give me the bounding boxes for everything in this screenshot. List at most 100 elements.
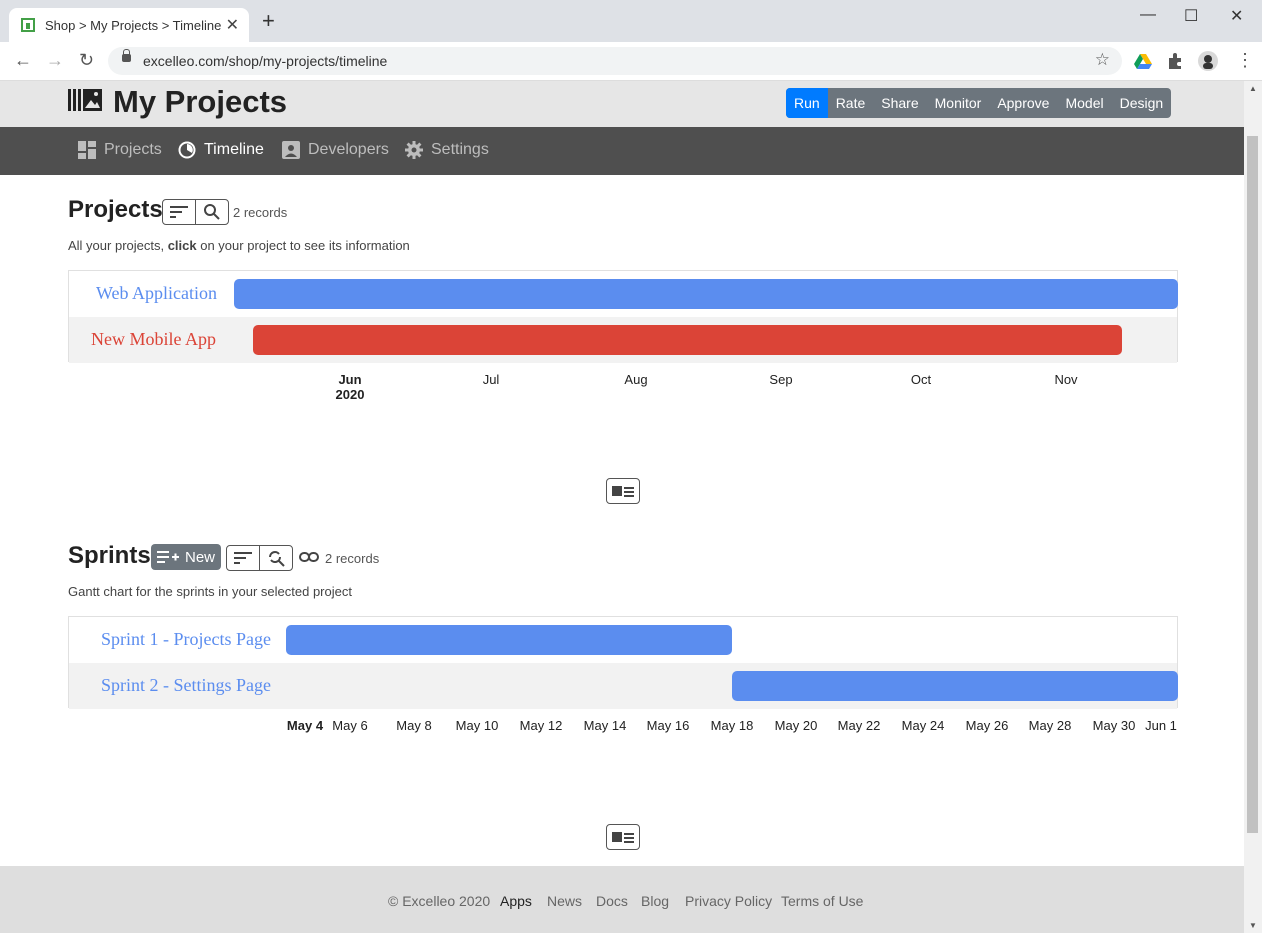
- bookmark-star-icon[interactable]: ☆: [1095, 50, 1110, 70]
- sprint-row-label[interactable]: Sprint 2 - Settings Page: [101, 675, 271, 696]
- mode-monitor-button[interactable]: Monitor: [927, 88, 990, 118]
- project-bar-web-application[interactable]: [234, 279, 1178, 309]
- axis-tick: May 30: [1092, 718, 1136, 733]
- sprints-table-view-button[interactable]: [606, 824, 640, 850]
- sprint-row-label[interactable]: Sprint 1 - Projects Page: [101, 629, 271, 650]
- axis-tick: May 18: [710, 718, 754, 733]
- sub-navigation: Projects Timeline Developers Settings: [0, 127, 1244, 175]
- card-view-icon: [612, 486, 634, 497]
- sprint-bar-2[interactable]: [732, 671, 1178, 701]
- gantt-row[interactable]: Sprint 2 - Settings Page: [69, 663, 1178, 709]
- sort-button[interactable]: [227, 546, 259, 570]
- footer-link-terms-of-use[interactable]: Terms of Use: [781, 893, 863, 909]
- nav-item-projects[interactable]: Projects: [78, 141, 162, 159]
- profile-avatar[interactable]: [1198, 51, 1218, 71]
- mode-run-button[interactable]: Run: [786, 88, 828, 118]
- lock-icon: [122, 49, 131, 62]
- mode-switcher: Run Rate Share Monitor Approve Model Des…: [786, 88, 1172, 118]
- browser-tab[interactable]: Shop > My Projects > Timeline ✕: [9, 8, 249, 42]
- page-content: My Projects Run Rate Share Monitor Appro…: [0, 81, 1244, 933]
- axis-tick-aug: Aug: [624, 372, 648, 387]
- axis-tick: May 20: [774, 718, 818, 733]
- maximize-window-button[interactable]: ☐: [1184, 6, 1198, 26]
- axis-tick-sep: Sep: [769, 372, 793, 387]
- projects-tools: [162, 199, 229, 225]
- new-sprint-button[interactable]: New: [151, 544, 221, 570]
- axis-tick-oct: Oct: [910, 372, 932, 387]
- mode-rate-button[interactable]: Rate: [828, 88, 874, 118]
- scroll-down-arrow-icon[interactable]: ▼: [1249, 921, 1257, 930]
- footer-link-apps[interactable]: Apps: [500, 893, 532, 909]
- footer-link-news[interactable]: News: [547, 893, 582, 909]
- tab-close-icon[interactable]: ✕: [226, 15, 239, 35]
- back-arrow-icon[interactable]: ←: [14, 50, 32, 71]
- gantt-row[interactable]: Web Application: [69, 271, 1178, 317]
- nav-item-label: Developers: [308, 141, 389, 158]
- description-text: All your projects,: [68, 238, 168, 253]
- sprint-bar-1[interactable]: [286, 625, 732, 655]
- mode-approve-button[interactable]: Approve: [989, 88, 1057, 118]
- mode-model-button[interactable]: Model: [1057, 88, 1111, 118]
- axis-tick: May 6: [332, 718, 368, 733]
- projects-record-count: 2 records: [233, 205, 288, 220]
- project-row-label[interactable]: New Mobile App: [91, 329, 216, 350]
- axis-tick: May 10: [455, 718, 499, 733]
- google-drive-icon[interactable]: [1134, 52, 1152, 70]
- refresh-search-button[interactable]: [259, 546, 292, 570]
- axis-tick: May 16: [646, 718, 690, 733]
- sort-icon: [234, 552, 252, 564]
- axis-tick: May 12: [519, 718, 563, 733]
- timelapse-icon: [178, 141, 196, 159]
- vertical-scrollbar[interactable]: ▲ ▼: [1244, 81, 1262, 933]
- mode-share-button[interactable]: Share: [873, 88, 926, 118]
- address-bar[interactable]: excelleo.com/shop/my-projects/timeline ☆: [108, 47, 1122, 75]
- new-tab-button[interactable]: +: [262, 10, 275, 32]
- axis-tick: Jun 1: [1145, 718, 1177, 733]
- scroll-up-arrow-icon[interactable]: ▲: [1249, 84, 1257, 93]
- axis-tick: May 4: [286, 718, 324, 733]
- url-text: excelleo.com/shop/my-projects/timeline: [143, 53, 388, 69]
- new-button-label: New: [184, 548, 215, 566]
- footer-link-blog[interactable]: Blog: [641, 893, 669, 909]
- minimize-window-button[interactable]: —: [1140, 6, 1156, 24]
- nav-item-label: Settings: [431, 141, 489, 158]
- project-bar-new-mobile-app[interactable]: [253, 325, 1122, 355]
- description-text: on your project to see its information: [196, 238, 410, 253]
- sprints-heading: Sprints: [68, 542, 151, 569]
- axis-tick: May 8: [396, 718, 432, 733]
- reload-icon[interactable]: ↻: [79, 50, 94, 71]
- sprints-gantt-chart: Sprint 1 - Projects Page Sprint 2 - Sett…: [68, 616, 1178, 709]
- find-replace-icon: [269, 551, 285, 567]
- account-box-icon: [282, 141, 300, 159]
- axis-tick: May 14: [583, 718, 627, 733]
- axis-tick: May 26: [965, 718, 1009, 733]
- project-row-label[interactable]: Web Application: [96, 283, 217, 304]
- browser-menu-icon[interactable]: ⋮: [1236, 50, 1254, 71]
- copyright-text: © Excelleo 2020: [388, 893, 491, 909]
- nav-item-timeline[interactable]: Timeline: [178, 141, 264, 159]
- page-footer: © Excelleo 2020 Apps News Docs Blog Priv…: [0, 866, 1244, 933]
- axis-tick-nov: Nov: [1054, 372, 1078, 387]
- axis-tick: May 28: [1028, 718, 1072, 733]
- close-window-button[interactable]: ✕: [1230, 6, 1243, 26]
- mode-design-button[interactable]: Design: [1112, 88, 1172, 118]
- axis-tick: May 24: [901, 718, 945, 733]
- gantt-row[interactable]: New Mobile App: [69, 317, 1177, 363]
- footer-link-privacy-policy[interactable]: Privacy Policy: [685, 893, 772, 909]
- projects-table-view-button[interactable]: [606, 478, 640, 504]
- gantt-row[interactable]: Sprint 1 - Projects Page: [69, 617, 1177, 663]
- nav-item-settings[interactable]: Settings: [405, 141, 489, 159]
- projects-description: All your projects, click on your project…: [68, 238, 410, 253]
- nav-item-developers[interactable]: Developers: [282, 141, 389, 159]
- axis-tick-jul: Jul: [482, 372, 500, 387]
- projects-logo-icon: [68, 89, 102, 111]
- forward-arrow-icon[interactable]: →: [46, 50, 64, 71]
- app-header: My Projects Run Rate Share Monitor Appro…: [0, 81, 1244, 127]
- search-button[interactable]: [195, 200, 228, 224]
- link-icon[interactable]: [299, 551, 319, 563]
- browser-toolbar: ← → ↻ excelleo.com/shop/my-projects/time…: [0, 42, 1262, 81]
- scrollbar-thumb[interactable]: [1247, 136, 1258, 833]
- footer-link-docs[interactable]: Docs: [596, 893, 628, 909]
- extensions-puzzle-icon[interactable]: [1166, 52, 1184, 70]
- sort-button[interactable]: [163, 200, 195, 224]
